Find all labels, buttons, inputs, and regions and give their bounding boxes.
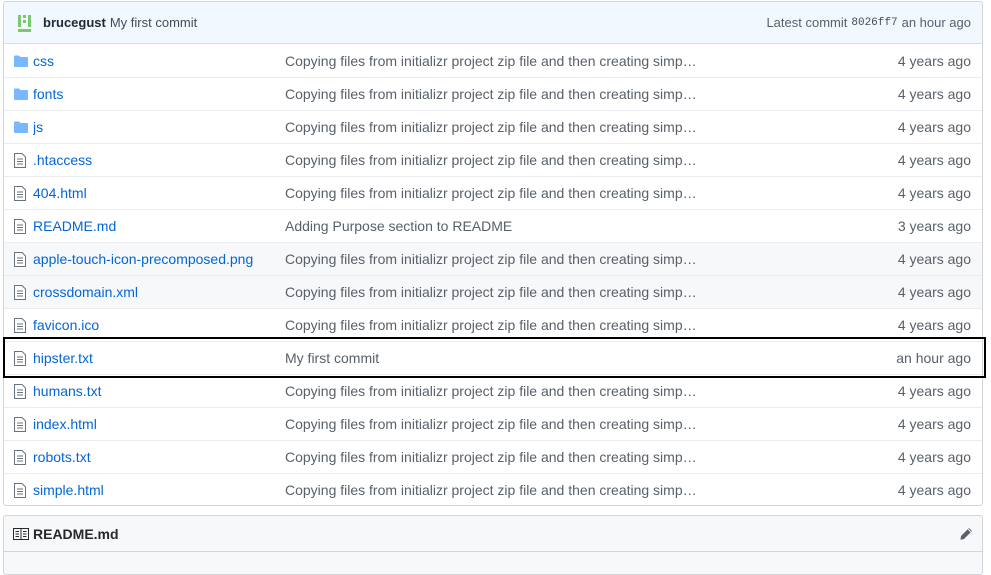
book-icon: [13, 527, 29, 541]
file-name-link[interactable]: humans.txt: [33, 383, 101, 399]
file-icon: [4, 185, 33, 201]
file-row[interactable]: fonts Copying files from initializr proje…: [4, 77, 982, 110]
file-name-link[interactable]: 404.html: [33, 185, 87, 201]
file-row[interactable]: README.md Adding Purpose section to READM…: [4, 209, 982, 242]
latest-commit-label: Latest commit: [766, 15, 848, 30]
readme-panel: README.md: [3, 515, 983, 575]
file-commit-message[interactable]: Adding Purpose section to README: [285, 218, 862, 234]
folder-icon: [4, 55, 33, 67]
file-icon: [4, 383, 33, 399]
file-age: 4 years ago: [897, 482, 971, 498]
file-age: 4 years ago: [897, 449, 971, 465]
file-name-link[interactable]: favicon.ico: [33, 317, 99, 333]
file-commit-message[interactable]: Copying files from initializr project zi…: [285, 317, 862, 333]
file-row[interactable]: humans.txt Copying files from initializr …: [4, 374, 982, 407]
file-name-link[interactable]: robots.txt: [33, 449, 91, 465]
file-row[interactable]: simple.html Copying files from initializr…: [4, 473, 982, 505]
file-row[interactable]: js Copying files from initializr project …: [4, 110, 982, 143]
file-browser: brucegust My first commit Latest commit …: [3, 1, 983, 506]
file-commit-message[interactable]: Copying files from initializr project zi…: [285, 119, 862, 135]
file-name-link[interactable]: css: [33, 53, 54, 69]
file-age: 4 years ago: [897, 284, 971, 300]
file-commit-message[interactable]: Copying files from initializr project zi…: [285, 152, 862, 168]
file-icon: [4, 152, 33, 168]
file-commit-message[interactable]: Copying files from initializr project zi…: [285, 449, 862, 465]
file-commit-message[interactable]: Copying files from initializr project zi…: [285, 53, 862, 69]
file-commit-message[interactable]: Copying files from initializr project zi…: [285, 185, 862, 201]
file-name-link[interactable]: js: [33, 119, 43, 135]
file-name-link[interactable]: index.html: [33, 416, 97, 432]
file-icon: [4, 317, 33, 333]
file-age: 3 years ago: [897, 218, 971, 234]
file-row[interactable]: index.html Copying files from initializr …: [4, 407, 982, 440]
file-commit-message[interactable]: Copying files from initializr project zi…: [285, 251, 862, 267]
file-row[interactable]: css Copying files from initializr project…: [4, 44, 982, 77]
latest-commit-bar: brucegust My first commit Latest commit …: [4, 2, 982, 44]
file-name-link[interactable]: simple.html: [33, 482, 104, 498]
file-age: 4 years ago: [897, 416, 971, 432]
pencil-icon[interactable]: [959, 527, 973, 541]
file-row[interactable]: robots.txt Copying files from initializr …: [4, 440, 982, 473]
file-icon: [4, 416, 33, 432]
file-age: 4 years ago: [897, 86, 971, 102]
readme-header: README.md: [4, 516, 982, 552]
file-commit-message[interactable]: Copying files from initializr project zi…: [285, 383, 862, 399]
file-age: 4 years ago: [897, 251, 971, 267]
file-age: 4 years ago: [897, 383, 971, 399]
commit-sha[interactable]: 8026ff7: [851, 17, 897, 29]
file-icon: [4, 218, 33, 234]
file-age: 4 years ago: [897, 119, 971, 135]
file-commit-message[interactable]: Copying files from initializr project zi…: [285, 482, 862, 498]
latest-commit-info: Latest commit 8026ff7 an hour ago: [766, 15, 971, 30]
commit-author[interactable]: brucegust: [43, 15, 106, 30]
file-icon: [4, 350, 33, 366]
file-name-link[interactable]: apple-touch-icon-precomposed.png: [33, 251, 253, 267]
folder-icon: [4, 121, 33, 133]
file-icon: [4, 449, 33, 465]
file-icon: [4, 482, 33, 498]
file-icon: [4, 251, 33, 267]
file-age: 4 years ago: [897, 185, 971, 201]
file-commit-message[interactable]: My first commit: [285, 350, 862, 366]
file-row[interactable]: 404.html Copying files from initializr pr…: [4, 176, 982, 209]
file-age: 4 years ago: [897, 317, 971, 333]
file-row[interactable]: apple-touch-icon-precomposed.png Copying …: [4, 242, 982, 275]
file-age: 4 years ago: [897, 152, 971, 168]
folder-icon: [4, 88, 33, 100]
file-row[interactable]: crossdomain.xml Copying files from initia…: [4, 275, 982, 308]
avatar[interactable]: [16, 13, 36, 33]
file-age: an hour ago: [896, 350, 971, 366]
file-age: 4 years ago: [897, 52, 971, 69]
file-name-link[interactable]: .htaccess: [33, 152, 92, 168]
file-row[interactable]: .htaccess Copying files from initializr p…: [4, 143, 982, 176]
file-name-link[interactable]: hipster.txt: [33, 350, 93, 366]
commit-message[interactable]: My first commit: [110, 15, 197, 30]
commit-age: an hour ago: [901, 15, 971, 30]
file-icon: [4, 284, 33, 300]
file-commit-message[interactable]: Copying files from initializr project zi…: [285, 416, 862, 432]
readme-title: README.md: [33, 525, 119, 542]
file-commit-message[interactable]: Copying files from initializr project zi…: [285, 86, 862, 102]
file-name-link[interactable]: crossdomain.xml: [33, 284, 138, 300]
file-list: css Copying files from initializr project…: [4, 44, 982, 505]
file-row[interactable]: favicon.ico Copying files from initializr…: [4, 308, 982, 341]
file-name-link[interactable]: README.md: [33, 218, 116, 234]
file-name-link[interactable]: fonts: [33, 86, 63, 102]
file-commit-message[interactable]: Copying files from initializr project zi…: [285, 284, 862, 300]
file-row[interactable]: hipster.txt My first commit an hour ago: [4, 341, 982, 374]
